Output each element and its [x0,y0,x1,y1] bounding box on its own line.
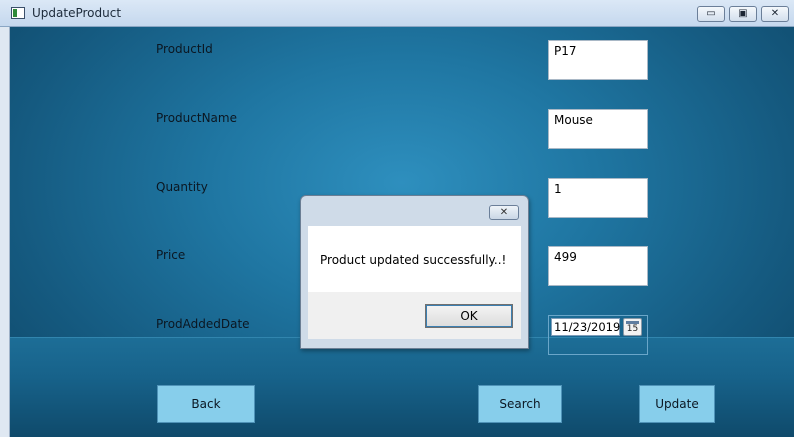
date-picker: 11/23/2019 15 [548,315,648,355]
dialog-close-button[interactable]: ✕ [489,205,519,220]
label-prod-added-date: ProdAddedDate [156,317,250,331]
product-name-input[interactable]: Mouse [548,109,648,149]
title-bar: UpdateProduct ▭ ▣ ✕ [0,0,794,27]
close-window-button[interactable]: ✕ [761,6,789,22]
minimize-button[interactable]: ▭ [697,6,725,22]
dialog-message: Product updated successfully..! [320,253,507,267]
window-title: UpdateProduct [32,6,122,20]
dialog-footer: OK [308,292,521,339]
dialog-body: Product updated successfully..! [308,226,521,292]
label-price: Price [156,248,186,262]
calendar-icon[interactable]: 15 [623,318,642,336]
date-input[interactable]: 11/23/2019 [551,318,620,336]
maximize-button[interactable]: ▣ [729,6,757,22]
update-button[interactable]: Update [639,385,715,423]
back-button[interactable]: Back [157,385,255,423]
label-product-name: ProductName [156,111,237,125]
product-id-input[interactable]: P17 [548,40,648,80]
label-product-id: ProductId [156,42,213,56]
price-input[interactable]: 499 [548,246,648,286]
ok-button[interactable]: OK [425,304,513,328]
label-quantity: Quantity [156,180,208,194]
quantity-input[interactable]: 1 [548,178,648,218]
window-app-icon [11,7,25,19]
search-button[interactable]: Search [478,385,562,423]
message-dialog: ✕ Product updated successfully..! OK [300,195,529,349]
window-left-frame [0,27,10,437]
